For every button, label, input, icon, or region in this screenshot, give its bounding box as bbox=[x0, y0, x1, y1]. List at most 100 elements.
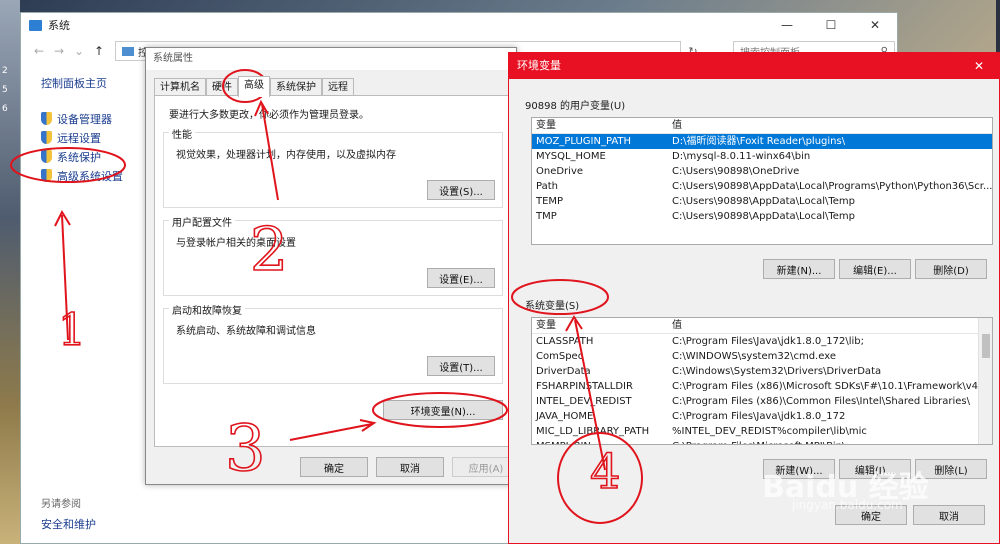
performance-group: 性能 视觉效果，处理器计划，内存使用，以及虚拟内存 设置(S)... bbox=[163, 126, 503, 208]
col-value[interactable]: 值 bbox=[668, 118, 992, 133]
user-profiles-group: 用户配置文件 与登录帐户相关的桌面设置 设置(E)... bbox=[163, 214, 503, 296]
variable-value: %INTEL_DEV_REDIST%compiler\lib\mic bbox=[672, 426, 867, 437]
startup-settings-button[interactable]: 设置(T)... bbox=[427, 356, 495, 376]
vertical-scrollbar[interactable] bbox=[978, 318, 992, 444]
variable-value: C:\Program Files\Java\jdk1.8.0_172 bbox=[672, 411, 846, 422]
tab-remote[interactable]: 远程 bbox=[322, 78, 354, 96]
table-row[interactable]: TMP C:\Users\90898\AppData\Local\Temp bbox=[532, 209, 992, 224]
table-header: 变量 值 bbox=[532, 118, 992, 134]
link-label: 高级系统设置 bbox=[57, 169, 123, 183]
col-value[interactable]: 值 bbox=[668, 318, 992, 333]
variable-value: C:\Program Files\Java\jdk1.8.0_172\lib; bbox=[672, 336, 864, 347]
system-vars-heading: 系统变量(S) bbox=[525, 301, 580, 312]
variable-value: C:\Program Files (x86)\Microsoft SDKs\F#… bbox=[672, 381, 991, 392]
back-arrow-icon[interactable]: ← bbox=[29, 44, 49, 58]
variable-value: C:\Users\90898\AppData\Local\Temp bbox=[672, 196, 855, 207]
remote-settings-link[interactable]: 远程设置 bbox=[41, 128, 151, 147]
table-row[interactable]: OneDrive C:\Users\90898\OneDrive bbox=[532, 164, 992, 179]
system-vars-table[interactable]: 变量 值 CLASSPATH C:\Program Files\Java\jdk1… bbox=[531, 317, 993, 445]
security-maintenance-link[interactable]: 安全和维护 bbox=[41, 518, 96, 531]
baidu-watermark-url: jingyan.baidu.com bbox=[792, 498, 903, 512]
device-manager-link[interactable]: 设备管理器 bbox=[41, 109, 151, 128]
link-label: 远程设置 bbox=[57, 131, 101, 145]
control-panel-titlebar: 系统 — ☐ ✕ bbox=[21, 13, 897, 37]
forward-arrow-icon[interactable]: → bbox=[49, 44, 69, 58]
shield-icon bbox=[41, 112, 52, 125]
variable-value: C:\Users\90898\OneDrive bbox=[672, 166, 800, 177]
table-row[interactable]: FSHARPINSTALLDIR C:\Program Files (x86)\M… bbox=[532, 379, 992, 394]
minimize-icon[interactable]: — bbox=[765, 18, 809, 32]
control-panel-sidebar: 控制面板主页 设备管理器 远程设置 系统保护 高级系统设置 bbox=[41, 75, 151, 185]
maximize-icon[interactable]: ☐ bbox=[809, 18, 853, 32]
variable-name: OneDrive bbox=[536, 166, 584, 177]
table-row[interactable]: MIC_LD_LIBRARY_PATH %INTEL_DEV_REDIST%com… bbox=[532, 424, 992, 439]
table-row[interactable]: JAVA_HOME C:\Program Files\Java\jdk1.8.0_… bbox=[532, 409, 992, 424]
user-new-button[interactable]: 新建(N)... bbox=[763, 259, 835, 279]
wallpaper-digits: 256 bbox=[2, 66, 8, 114]
variable-value: D:\福昕阅读器\Foxit Reader\plugins\ bbox=[672, 136, 846, 147]
table-header: 变量 值 bbox=[532, 318, 992, 334]
control-panel-home-link[interactable]: 控制面板主页 bbox=[41, 75, 151, 91]
window-title: 系统 bbox=[48, 19, 70, 32]
cancel-button[interactable]: 取消 bbox=[913, 505, 985, 525]
table-row[interactable]: INTEL_DEV_REDIST C:\Program Files (x86)\C… bbox=[532, 394, 992, 409]
tab-system-protection[interactable]: 系统保护 bbox=[270, 78, 322, 96]
variable-value: C:\Windows\System32\Drivers\DriverData bbox=[672, 366, 882, 377]
variable-name: FSHARPINSTALLDIR bbox=[536, 381, 633, 392]
shield-icon bbox=[41, 150, 52, 163]
performance-settings-button[interactable]: 设置(S)... bbox=[427, 180, 495, 200]
table-row[interactable]: MOZ_PLUGIN_PATH D:\福昕阅读器\Foxit Reader\plu… bbox=[532, 134, 992, 149]
user-vars-heading: 90898 的用户变量(U) bbox=[525, 101, 626, 112]
system-app-icon bbox=[29, 19, 42, 31]
computer-icon bbox=[122, 46, 134, 56]
variable-name: Path bbox=[536, 181, 558, 192]
variable-name: MIC_LD_LIBRARY_PATH bbox=[536, 426, 650, 437]
link-label: 系统保护 bbox=[57, 150, 101, 164]
group-title: 用户配置文件 bbox=[169, 214, 235, 229]
tab-strip: 计算机名 硬件 高级 系统保护 远程 bbox=[154, 76, 354, 97]
user-delete-button[interactable]: 删除(D) bbox=[915, 259, 987, 279]
system-protection-link[interactable]: 系统保护 bbox=[41, 147, 151, 166]
col-variable[interactable]: 变量 bbox=[532, 318, 668, 333]
close-icon[interactable]: ✕ bbox=[853, 18, 897, 32]
group-description: 与登录帐户相关的桌面设置 bbox=[176, 238, 296, 249]
table-row[interactable]: Path C:\Users\90898\AppData\Local\Program… bbox=[532, 179, 992, 194]
admin-note: 要进行大多数更改，你必须作为管理员登录。 bbox=[169, 110, 369, 121]
advanced-system-settings-link[interactable]: 高级系统设置 bbox=[41, 166, 151, 185]
variable-name: MOZ_PLUGIN_PATH bbox=[536, 136, 632, 147]
variable-value: D:\mysql-8.0.11-winx64\bin bbox=[672, 151, 811, 162]
table-row[interactable]: DriverData C:\Windows\System32\Drivers\Dr… bbox=[532, 364, 992, 379]
variable-name: MSMPI_BIN bbox=[532, 439, 668, 444]
group-title: 启动和故障恢复 bbox=[169, 302, 245, 317]
group-description: 视觉效果，处理器计划，内存使用，以及虚拟内存 bbox=[176, 150, 396, 161]
table-row[interactable]: CLASSPATH C:\Program Files\Java\jdk1.8.0_… bbox=[532, 334, 992, 349]
tab-computer-name[interactable]: 计算机名 bbox=[154, 78, 206, 96]
variable-value: C:\WINDOWS\system32\cmd.exe bbox=[672, 351, 836, 362]
dialog-title: 环境变量 bbox=[517, 59, 561, 72]
user-edit-button[interactable]: 编辑(E)... bbox=[839, 259, 911, 279]
table-row[interactable]: MYSQL_HOME D:\mysql-8.0.11-winx64\bin bbox=[532, 149, 992, 164]
cancel-button[interactable]: 取消 bbox=[376, 457, 444, 477]
history-dropdown-icon[interactable]: ⌄ bbox=[69, 44, 89, 58]
desktop-wallpaper: 256 bbox=[0, 0, 20, 544]
profiles-settings-button[interactable]: 设置(E)... bbox=[427, 268, 495, 288]
variable-value: C:\Users\90898\AppData\Local\Temp bbox=[672, 211, 855, 222]
col-variable[interactable]: 变量 bbox=[532, 118, 668, 133]
system-properties-dialog: 系统属性 计算机名 硬件 高级 系统保护 远程 要进行大多数更改，你必须作为管理… bbox=[145, 47, 520, 485]
tab-advanced[interactable]: 高级 bbox=[238, 76, 270, 97]
group-title: 性能 bbox=[169, 126, 195, 141]
ok-button[interactable]: 确定 bbox=[300, 457, 368, 477]
tab-hardware[interactable]: 硬件 bbox=[206, 78, 238, 96]
variable-name: JAVA_HOME bbox=[536, 411, 594, 422]
link-label: 设备管理器 bbox=[57, 112, 112, 126]
variable-name: CLASSPATH bbox=[536, 336, 594, 347]
close-icon[interactable]: ✕ bbox=[959, 53, 999, 79]
table-row[interactable]: TEMP C:\Users\90898\AppData\Local\Temp bbox=[532, 194, 992, 209]
up-arrow-icon[interactable]: ↑ bbox=[89, 44, 109, 58]
table-row[interactable]: ComSpec C:\WINDOWS\system32\cmd.exe bbox=[532, 349, 992, 364]
variable-name: DriverData bbox=[536, 366, 591, 377]
environment-variables-button[interactable]: 环境变量(N)... bbox=[383, 400, 503, 420]
scrollbar-thumb[interactable] bbox=[982, 334, 990, 358]
user-vars-table[interactable]: 变量 值 MOZ_PLUGIN_PATH D:\福昕阅读器\Foxit Reade… bbox=[531, 117, 993, 245]
table-row[interactable]: MSMPI_BINC:\Program Files\Microsoft MPI\… bbox=[532, 439, 992, 444]
